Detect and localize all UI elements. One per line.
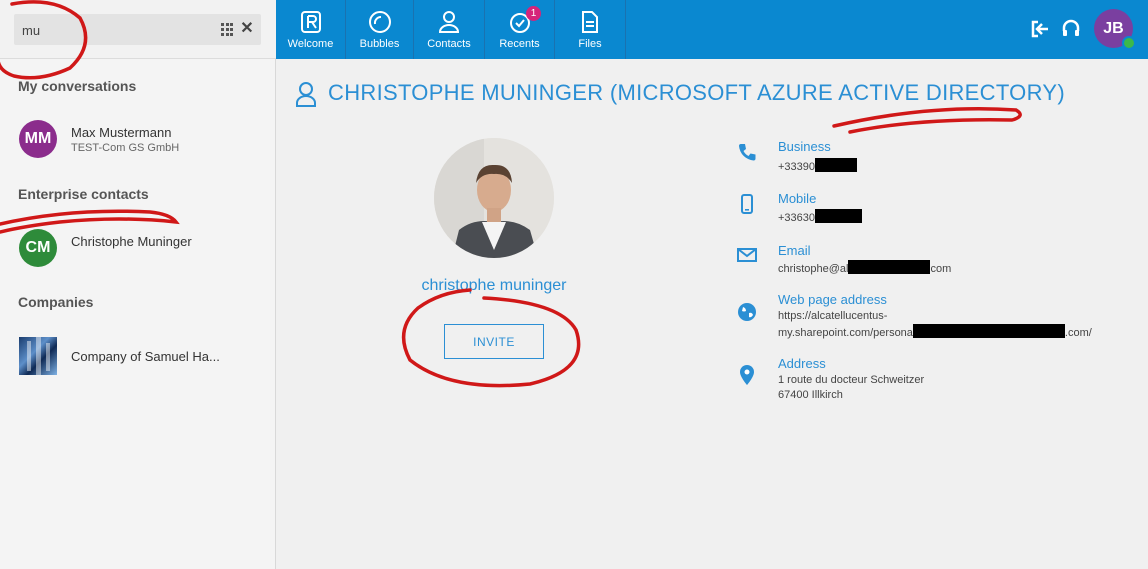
page-title: CHRISTOPHE MUNINGER (MICROSOFT AZURE ACT… — [328, 80, 1065, 105]
avatar: MM — [19, 120, 57, 158]
dialpad-grid-icon[interactable] — [221, 23, 234, 36]
files-icon — [582, 11, 598, 33]
email-icon — [737, 248, 757, 262]
invite-button[interactable]: INVITE — [444, 324, 544, 359]
nav-files[interactable]: Files — [555, 0, 626, 59]
globe-icon — [738, 303, 756, 321]
address-line2: 67400 Illkirch — [778, 389, 843, 401]
conversation-item[interactable]: MM Max Mustermann TEST-Com GS GmbH — [0, 116, 275, 164]
web-page-label: Web page address — [778, 292, 887, 307]
redaction — [848, 260, 931, 274]
nav-label: Welcome — [287, 38, 334, 50]
business-phone-label: Business — [778, 139, 831, 154]
section-title-conversations: My conversations — [18, 78, 137, 94]
email-value: christophe@al com — [778, 260, 951, 277]
address-line1: 1 route du docteur Schweitzer — [778, 374, 925, 386]
section-title-enterprise: Enterprise contacts — [18, 186, 149, 202]
profile-photo — [434, 138, 554, 258]
mobile-phone-text: +33630 — [778, 212, 816, 224]
sidebar: ✕ My conversations MM Max Mustermann TES… — [0, 0, 276, 569]
contact-person-icon — [296, 82, 316, 107]
search-box: ✕ — [14, 14, 261, 45]
contact-display-name: christophe muninger — [421, 277, 567, 294]
contact-details-panel: CHRISTOPHE MUNINGER (MICROSOFT AZURE ACT… — [277, 59, 1148, 569]
company-name: Company of Samuel Ha... — [71, 349, 220, 364]
business-phone-value: +33390 — [778, 158, 858, 175]
email-text: christophe@al — [778, 263, 849, 275]
company-logo — [19, 337, 57, 375]
section-title-companies: Companies — [18, 294, 94, 310]
rainbow-logo-icon — [300, 11, 321, 33]
headset-icon[interactable] — [1061, 19, 1081, 39]
close-icon[interactable]: ✕ — [239, 19, 255, 39]
contact-company: TEST-Com GS GmbH — [71, 142, 180, 154]
nav-label: Bubbles — [359, 38, 400, 50]
email-suffix: com — [930, 263, 952, 275]
notification-badge: 1 — [526, 6, 541, 21]
redaction — [815, 158, 858, 172]
web-page-value-line1: https://alcatellucentus- — [778, 310, 888, 322]
nav-label: Recents — [499, 38, 540, 50]
avatar: CM — [19, 229, 57, 267]
web-page-text: my.sharepoint.com/persona — [778, 327, 913, 339]
web-page-suffix: .com/ — [1064, 327, 1092, 339]
contact-name: Christophe Muninger — [71, 234, 192, 249]
phone-icon — [739, 144, 756, 161]
address-label: Address — [778, 356, 826, 371]
nav-label: Files — [578, 38, 602, 50]
top-navigation-bar: Welcome Bubbles Contacts 1 Recents Files — [276, 0, 1148, 59]
nav-contacts[interactable]: Contacts — [414, 0, 485, 59]
mobile-phone-label: Mobile — [778, 191, 817, 206]
business-phone-text: +33390 — [778, 161, 816, 173]
bubbles-icon — [368, 11, 391, 33]
web-page-value-line2: my.sharepoint.com/persona .com/ — [778, 324, 1092, 341]
mobile-phone-value: +33630 — [778, 209, 863, 226]
mobile-phone-icon — [741, 194, 753, 214]
search-input[interactable] — [22, 20, 212, 40]
nav-bubbles[interactable]: Bubbles — [346, 0, 414, 59]
nav-label: Contacts — [427, 38, 471, 50]
enterprise-contact-item[interactable]: CM Christophe Muninger — [0, 225, 275, 273]
redaction — [815, 209, 863, 223]
location-pin-icon — [740, 365, 754, 385]
search-bar: ✕ — [0, 0, 276, 59]
redaction — [912, 324, 1065, 338]
nav-recents[interactable]: 1 Recents — [485, 0, 555, 59]
company-item[interactable]: Company of Samuel Ha... — [0, 332, 275, 380]
email-label: Email — [778, 243, 811, 258]
contact-name: Max Mustermann — [71, 125, 172, 140]
contacts-icon — [438, 11, 460, 33]
logout-icon[interactable] — [1030, 19, 1050, 39]
presence-indicator — [1122, 36, 1136, 50]
nav-welcome[interactable]: Welcome — [276, 0, 346, 59]
